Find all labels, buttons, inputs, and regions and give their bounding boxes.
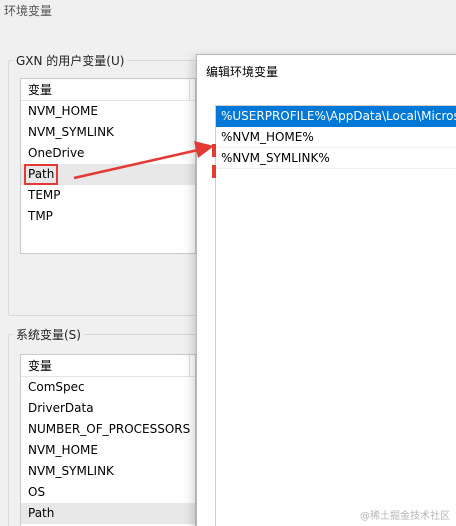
user-vars-label: GXN 的用户变量(U) xyxy=(13,52,128,69)
dialog-entry-userprofile[interactable]: %USERPROFILE%\AppData\Local\Micros xyxy=(216,106,456,127)
user-var-row-tmp[interactable]: TMP xyxy=(21,206,195,227)
system-var-row-driverdata[interactable]: DriverData xyxy=(21,398,195,419)
user-var-row-temp[interactable]: TEMP xyxy=(21,185,195,206)
system-vars-header-label: 变量 xyxy=(28,359,53,373)
path-highlight-box: Path xyxy=(24,164,59,185)
dialog-entry-nvm-home[interactable]: %NVM_HOME% xyxy=(216,127,456,148)
user-var-row-path[interactable]: Path xyxy=(21,164,195,185)
user-var-row-nvm-home[interactable]: NVM_HOME xyxy=(21,101,195,122)
edit-env-var-dialog: 编辑环境变量 %USERPROFILE%\AppData\Local\Micro… xyxy=(196,54,456,526)
user-vars-list[interactable]: 变量 NVM_HOME NVM_SYMLINK OneDrive Path TE… xyxy=(20,78,196,254)
system-vars-header[interactable]: 变量 xyxy=(21,355,195,377)
system-var-row-nvm-home[interactable]: NVM_HOME xyxy=(21,440,195,461)
column-separator[interactable] xyxy=(189,355,190,377)
annotation-mark-nvm-home xyxy=(212,144,216,157)
column-separator[interactable] xyxy=(189,79,190,101)
system-var-row-comspec[interactable]: ComSpec xyxy=(21,377,195,398)
dialog-entries-list[interactable]: %USERPROFILE%\AppData\Local\Micros %NVM_… xyxy=(215,105,456,526)
user-vars-header[interactable]: 变量 xyxy=(21,79,195,101)
user-var-row-onedrive[interactable]: OneDrive xyxy=(21,143,195,164)
system-var-row-nvm-symlink[interactable]: NVM_SYMLINK xyxy=(21,461,195,482)
watermark: @稀土掘金技术社区 xyxy=(360,511,450,522)
user-vars-header-label: 变量 xyxy=(28,83,53,97)
annotation-mark-nvm-symlink xyxy=(212,165,216,178)
dialog-entry-nvm-symlink[interactable]: %NVM_SYMLINK% xyxy=(216,148,456,169)
screen: 环境变量 GXN 的用户变量(U) 变量 NVM_HOME NVM_SYMLIN… xyxy=(0,0,456,526)
system-vars-label: 系统变量(S) xyxy=(13,326,84,343)
user-var-row-nvm-symlink[interactable]: NVM_SYMLINK xyxy=(21,122,195,143)
system-vars-list[interactable]: 变量 ComSpec DriverData NUMBER_OF_PROCESSO… xyxy=(20,354,196,526)
window-title: 环境变量 xyxy=(4,4,53,18)
system-var-row-os[interactable]: OS xyxy=(21,482,195,503)
system-var-row-path[interactable]: Path xyxy=(21,503,195,524)
dialog-title: 编辑环境变量 xyxy=(206,65,279,79)
system-var-row-number-of-processors[interactable]: NUMBER_OF_PROCESSORS xyxy=(21,419,195,440)
